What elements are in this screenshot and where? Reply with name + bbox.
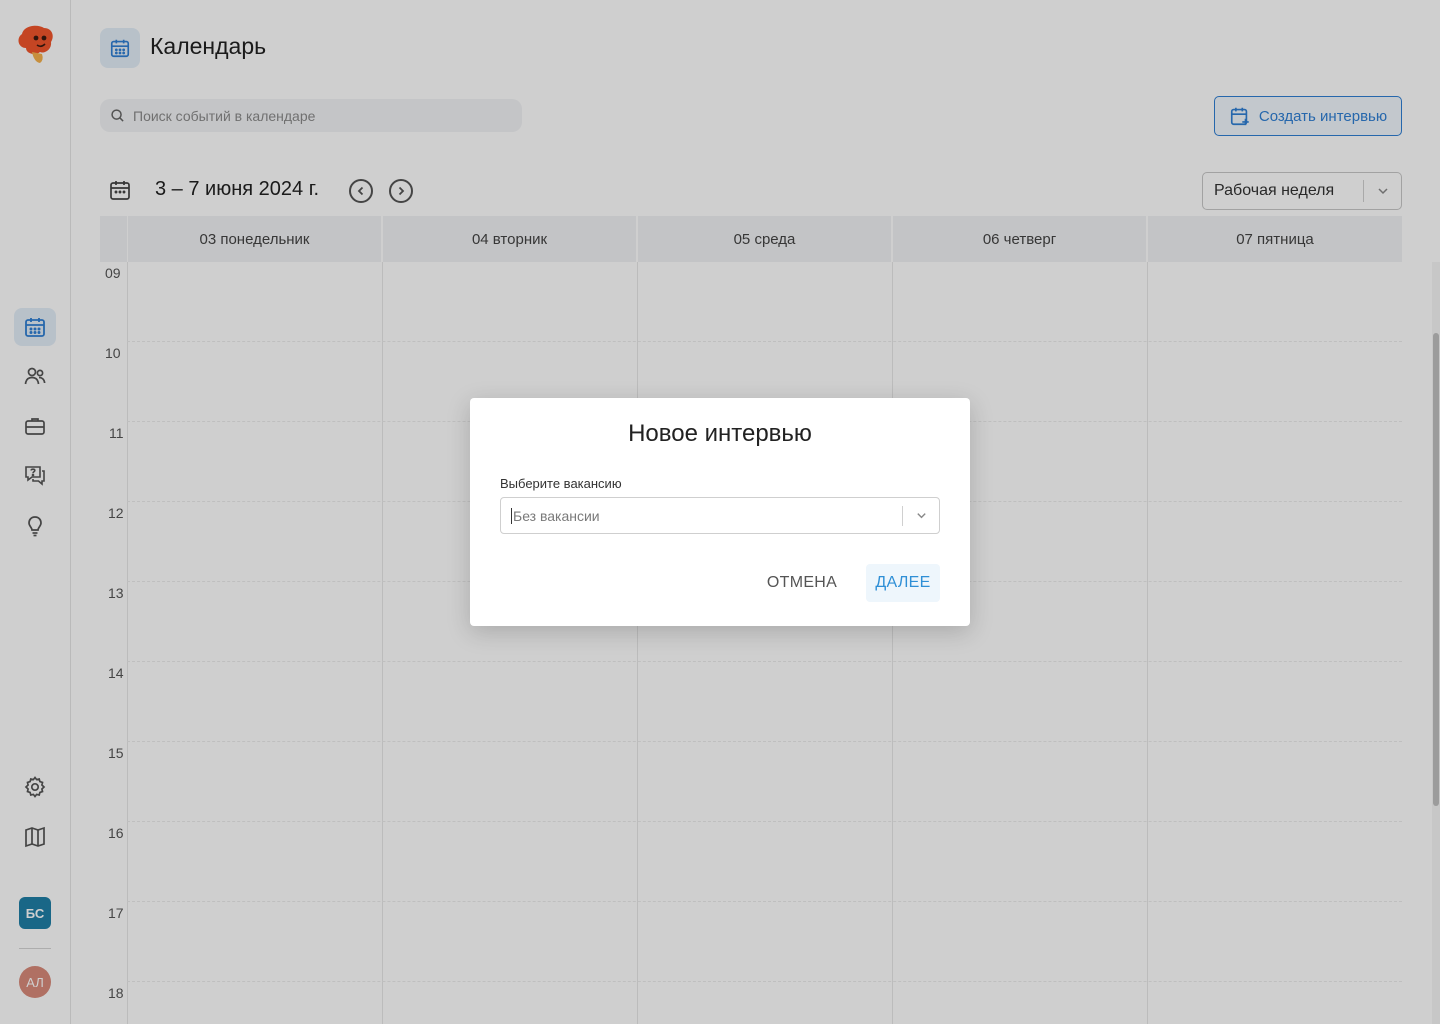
new-interview-dialog: Новое интервью Выберите вакансию Без вак… (470, 398, 970, 626)
dialog-title: Новое интервью (628, 420, 812, 447)
vacancy-select-placeholder: Без вакансии (513, 507, 600, 524)
chevron-down-icon (916, 513, 926, 519)
cancel-button[interactable]: ОТМЕНА (760, 566, 844, 600)
next-button[interactable]: ДАЛЕЕ (866, 564, 940, 602)
vacancy-field-label: Выберите вакансию (500, 476, 622, 491)
vacancy-select-toggle[interactable] (903, 509, 939, 522)
vacancy-select[interactable]: Без вакансии (500, 497, 940, 534)
